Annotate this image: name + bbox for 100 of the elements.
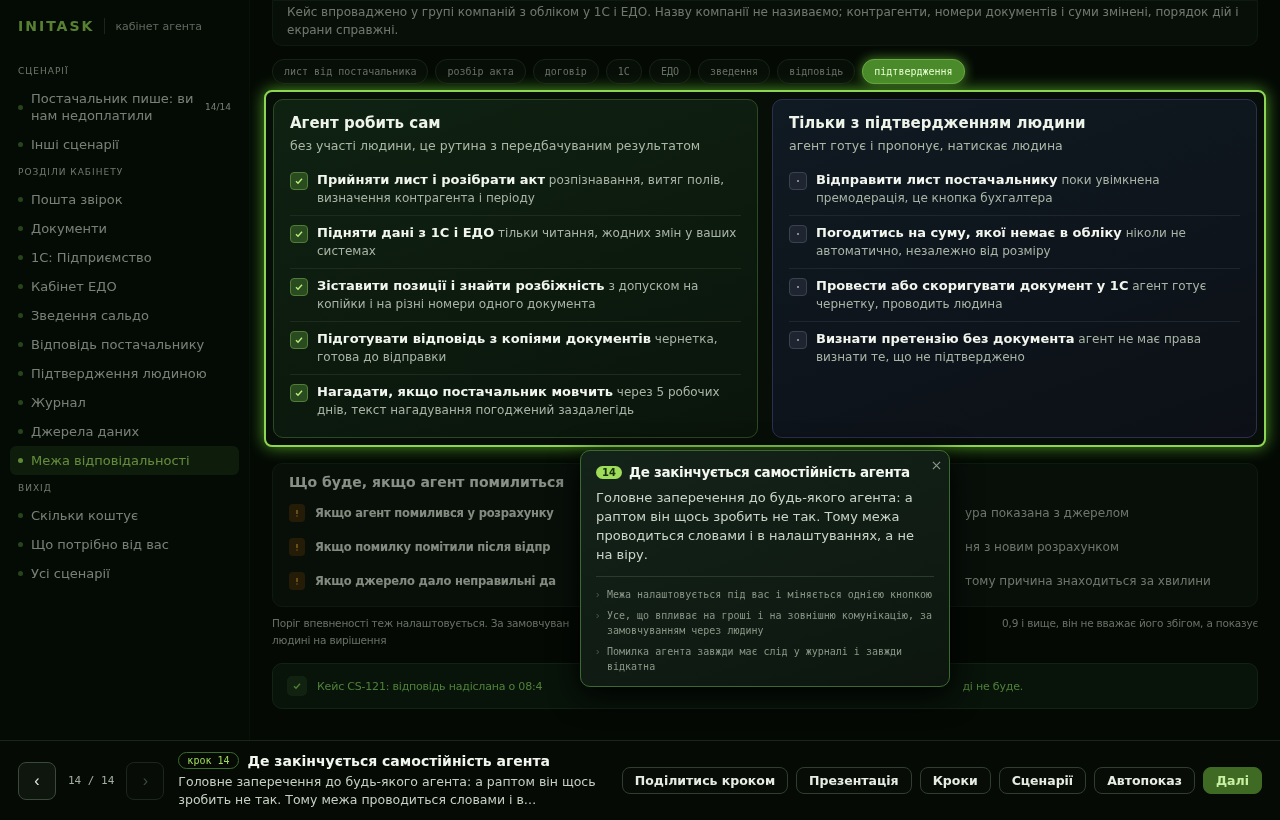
checkmark-icon bbox=[290, 225, 308, 243]
step-chip[interactable]: 1С bbox=[605, 59, 642, 84]
card-title: Агент робить сам bbox=[290, 114, 442, 132]
banner-text: ді не буде. bbox=[962, 679, 1023, 693]
bullet-icon bbox=[18, 197, 23, 202]
card-subtitle: агент готує і пропонує, натискає людина bbox=[789, 138, 1064, 153]
action-button[interactable]: Сценарії bbox=[998, 767, 1087, 794]
next-step-button[interactable]: Далі bbox=[1203, 767, 1262, 794]
row-text: ура показана з джерелом bbox=[965, 506, 1130, 520]
row-title: Якщо помилку помітили після відпр bbox=[315, 540, 552, 554]
point-text: Помилка агента завжди має слід у журналі і завжди відкатна bbox=[607, 645, 903, 674]
sidebar-item[interactable]: Зведення сальдо bbox=[10, 301, 239, 330]
logo: INITASK bbox=[18, 18, 106, 34]
close-button[interactable] bbox=[930, 459, 943, 472]
step-position: 14 / 14 bbox=[68, 774, 115, 787]
point-text: Усе, що впливає на гроші і на зовнішню комунікацію, за замовчуванням через людину bbox=[607, 609, 934, 638]
item-label: Що потрібно від вас bbox=[31, 536, 170, 553]
row-title: Якщо агент помилився у розрахунку bbox=[315, 506, 555, 520]
step-summary: Головне заперечення до будь-якого агента: а раптом він щось зробить не так. Тому межа проводиться словами і в… bbox=[178, 773, 597, 809]
sidebar-item[interactable]: Джерела даних bbox=[10, 417, 239, 446]
bullet-icon bbox=[18, 142, 23, 147]
popover-text: Головне заперечення до будь-якого агента: а раптом він щось зробить не так. Тому межа проводиться словами і в налаштуваннях, а не на віру. bbox=[596, 488, 934, 577]
step-chip[interactable]: лист від постачальника bbox=[272, 59, 429, 84]
item-label: Межа відповідальності bbox=[31, 452, 191, 469]
rule-text: Зіставити позиції і знайти розбіжність з допуском на копійки і на різні номери одного документа bbox=[317, 277, 700, 313]
sidebar-item[interactable]: Інші сценарії bbox=[10, 130, 239, 159]
card-subtitle: без участі людини, це рутина з передбачуваним результатом bbox=[290, 138, 702, 153]
row-title: Якщо джерело дало неправильні да bbox=[315, 574, 557, 588]
action-button[interactable]: Автопоказ bbox=[1094, 767, 1195, 794]
sidebar-item[interactable]: Підтвердження людиною bbox=[10, 359, 239, 388]
checkmark-icon bbox=[287, 676, 307, 696]
bullet-icon bbox=[18, 313, 23, 318]
step-title: Де закінчується самостійність агента bbox=[247, 752, 550, 769]
bullet-icon bbox=[18, 371, 23, 376]
rule-text: Відправити лист постачальнику поки увімкнена премодерація, це кнопка бухгалтера bbox=[816, 171, 1161, 207]
item-label: Кабінет ЕДО bbox=[31, 278, 118, 295]
checkmark-icon bbox=[290, 172, 308, 190]
item-label: Скільки коштує bbox=[31, 507, 140, 524]
action-button[interactable]: Кроки bbox=[919, 767, 991, 794]
chevron-icon bbox=[596, 592, 600, 598]
sidebar-item[interactable]: Журнал bbox=[10, 388, 239, 417]
bullet-icon bbox=[18, 400, 23, 405]
item-label: Постачальник пише: ви нам недоплатили bbox=[31, 90, 195, 124]
step-chip[interactable]: договір bbox=[532, 59, 599, 84]
sidebar-item[interactable]: 1С: Підприємство bbox=[10, 243, 239, 272]
action-button[interactable]: Поділитись кроком bbox=[621, 767, 789, 794]
intro-text: Кейс впроваджено у групі компаній з обліком у 1С і ЕДО. Назву компанії не називаємо; контрагенти, номери документів і суми змінені, порядок дій і екрани справжні. bbox=[287, 4, 1240, 39]
warning-icon bbox=[289, 572, 305, 590]
item-label: Пошта звірок bbox=[31, 191, 124, 208]
bullet-icon bbox=[18, 513, 23, 518]
rule-text: Визнати претензію без документа агент не має права визнати те, що не підтверджено bbox=[816, 330, 1203, 366]
item-label: Відповідь постачальнику bbox=[31, 336, 206, 353]
sidebar-item[interactable]: Відповідь постачальнику bbox=[10, 330, 239, 359]
sidebar-item[interactable]: Скільки коштує bbox=[10, 501, 239, 530]
row-text: ня з новим розрахунком bbox=[965, 540, 1119, 554]
bullet-icon bbox=[18, 342, 23, 347]
chevron-icon bbox=[596, 613, 600, 619]
sidebar-item[interactable]: Усі сценарії bbox=[10, 559, 239, 588]
item-label: 1С: Підприємство bbox=[31, 249, 153, 266]
note-text: 0,9 і вище, він не вважає його збігом, а показує bbox=[1002, 616, 1258, 631]
bullet-icon bbox=[18, 284, 23, 289]
bullet-icon bbox=[18, 429, 23, 434]
banner-text: Кейс CS-121: відповідь надіслана о 08:4 bbox=[317, 679, 543, 693]
brand-subtitle: кабінет агента bbox=[115, 19, 203, 33]
item-label: Підтвердження людиною bbox=[31, 365, 208, 382]
checkmark-icon bbox=[290, 384, 308, 402]
card-title: Тільки з підтвердженням людини bbox=[789, 114, 1087, 132]
bullet-icon bbox=[18, 255, 23, 260]
item-label: Документи bbox=[31, 220, 108, 237]
item-label: Усі сценарії bbox=[31, 565, 111, 582]
step-chip[interactable]: підтвердження bbox=[862, 59, 965, 84]
item-label: Джерела даних bbox=[31, 423, 141, 440]
step-chip[interactable]: ЕДО bbox=[648, 59, 691, 84]
step-chip[interactable]: розбір акта bbox=[435, 59, 526, 84]
checkmark-icon bbox=[290, 278, 308, 296]
sidebar-item[interactable]: Документи bbox=[10, 214, 239, 243]
action-button[interactable]: Презентація bbox=[796, 767, 912, 794]
section-heading: СЦЕНАРІЇ bbox=[17, 66, 70, 76]
section-heading: ВИХІД bbox=[17, 483, 53, 493]
sidebar-item[interactable]: Пошта звірок bbox=[10, 185, 239, 214]
item-label: Інші сценарії bbox=[31, 136, 120, 153]
bullet-icon bbox=[18, 542, 23, 547]
rule-text: Підготувати відповідь з копіями документів чернетка, готова до відправки bbox=[317, 330, 719, 366]
sidebar-item[interactable]: Кабінет ЕДО bbox=[10, 272, 239, 301]
sidebar-item[interactable]: Межа відповідальності bbox=[10, 446, 239, 475]
rule-text: Прийняти лист і розібрати акт розпізнавання, витяг полів, визначення контрагента і періоду bbox=[317, 171, 726, 207]
sidebar-item[interactable]: Що потрібно від вас bbox=[10, 530, 239, 559]
rule-text: Провести або скоригувати документ у 1С агент готує чернетку, проводить людина bbox=[816, 277, 1208, 313]
chevron-icon bbox=[596, 649, 600, 655]
step-badge: 14 bbox=[596, 465, 622, 479]
point-text: Межа налаштовується під вас і міняється однією кнопкою bbox=[607, 588, 933, 602]
step-chip[interactable]: відповідь bbox=[777, 59, 856, 84]
step-count: 14/14 bbox=[205, 102, 231, 112]
step-chip[interactable]: зведення bbox=[697, 59, 771, 84]
section-heading: РОЗДІЛИ КАБІНЕТУ bbox=[17, 167, 125, 177]
rule-text: Нагадати, якщо постачальник мовчить через 5 робочих днів, текст нагадування погоджений заздалегідь bbox=[317, 383, 721, 419]
prev-button[interactable]: ‹ bbox=[18, 761, 56, 800]
warning-icon bbox=[289, 538, 305, 556]
rule-text: Підняти дані з 1С і ЕДО тільки читання, жодних змін у ваших системах bbox=[317, 224, 738, 260]
item-label: Зведення сальдо bbox=[31, 307, 150, 324]
